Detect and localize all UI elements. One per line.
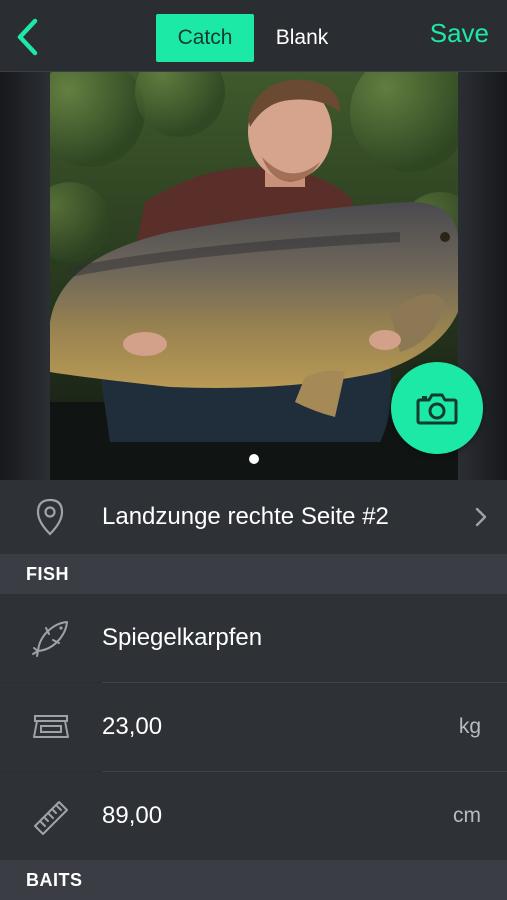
length-field[interactable]: 89,00 cm bbox=[0, 772, 507, 860]
camera-button[interactable] bbox=[391, 362, 483, 454]
photo-carousel[interactable] bbox=[0, 72, 507, 480]
chevron-right-icon bbox=[455, 506, 507, 528]
weight-unit: kg bbox=[458, 715, 481, 738]
scale-icon bbox=[0, 712, 102, 742]
species-field[interactable]: Spiegelkarpfen bbox=[0, 594, 507, 682]
top-nav-bar: Catch Blank Save bbox=[0, 0, 507, 72]
length-unit: cm bbox=[453, 804, 481, 827]
weight-value: 23,00 bbox=[102, 713, 163, 740]
tab-catch[interactable]: Catch bbox=[156, 14, 254, 62]
chevron-left-icon bbox=[17, 18, 38, 56]
species-value: Spiegelkarpfen bbox=[102, 624, 263, 651]
camera-icon bbox=[416, 393, 458, 425]
section-header-fish: FISH bbox=[0, 554, 507, 594]
ruler-icon bbox=[0, 796, 102, 836]
location-row[interactable]: Landzunge rechte Seite #2 bbox=[0, 480, 507, 554]
page-indicator-dot[interactable] bbox=[249, 454, 259, 464]
mode-segmented-control: Catch Blank bbox=[156, 14, 350, 62]
save-button[interactable]: Save bbox=[430, 18, 489, 49]
fish-icon bbox=[0, 618, 102, 658]
tab-blank[interactable]: Blank bbox=[254, 14, 350, 62]
length-value: 89,00 bbox=[102, 802, 163, 829]
weight-field[interactable]: 23,00 kg bbox=[0, 683, 507, 771]
map-pin-icon bbox=[0, 498, 102, 536]
location-name: Landzunge rechte Seite #2 bbox=[102, 503, 389, 530]
back-button[interactable] bbox=[8, 14, 48, 60]
section-header-baits: BAITS bbox=[0, 860, 507, 900]
